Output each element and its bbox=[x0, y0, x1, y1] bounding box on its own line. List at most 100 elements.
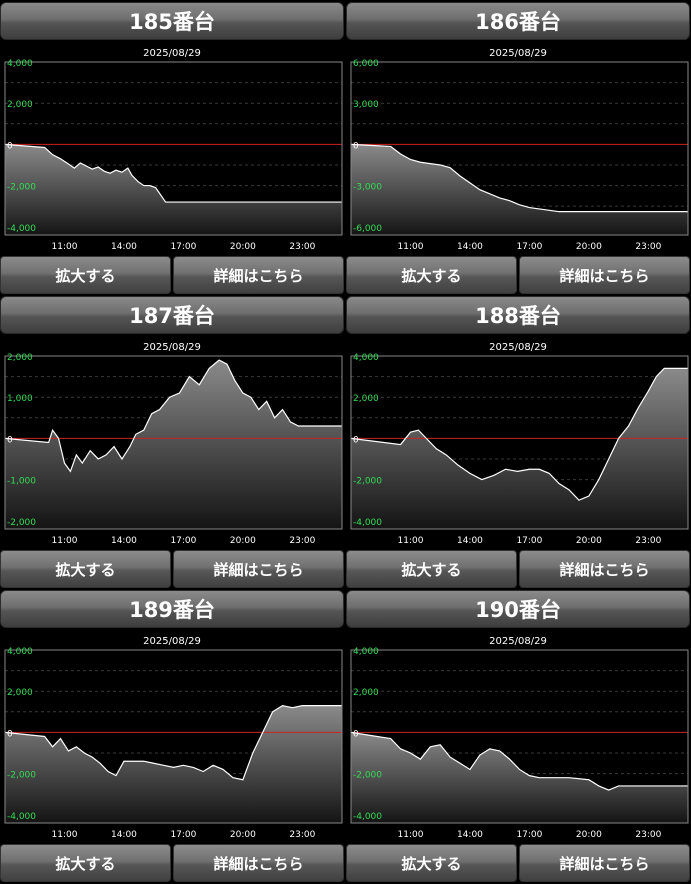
x-tick-label: 17:00 bbox=[516, 242, 542, 252]
machine-title: 189番台 bbox=[0, 590, 344, 628]
zoom-button[interactable]: 拡大する bbox=[346, 844, 517, 882]
y-tick-label: -4,000 bbox=[7, 812, 36, 822]
zoom-button[interactable]: 拡大する bbox=[346, 256, 517, 294]
x-tick-label: 11:00 bbox=[52, 242, 78, 252]
x-tick-label: 14:00 bbox=[111, 830, 137, 840]
y-tick-label: -1,000 bbox=[7, 477, 36, 487]
machine-title: 187番台 bbox=[0, 296, 344, 334]
x-tick-label: 11:00 bbox=[398, 242, 424, 252]
y-tick-label: 4,000 bbox=[7, 59, 33, 69]
y-tick-label: 0 bbox=[7, 435, 13, 445]
x-tick-label: 20:00 bbox=[576, 830, 602, 840]
y-tick-label: -2,000 bbox=[7, 771, 36, 781]
profit-chart: 2025/08/29 4,000 2,000 0 -2,000 -4,000 11:00 14… bbox=[4, 48, 343, 252]
zoom-button[interactable]: 拡大する bbox=[0, 256, 171, 294]
y-tick-label: 2,000 bbox=[7, 688, 33, 698]
y-tick-label: -3,000 bbox=[353, 183, 382, 193]
y-tick-label: 0 bbox=[7, 141, 13, 151]
profit-chart: 2025/08/29 4,000 2,000 0 -2,000 -4,000 11:00 14… bbox=[350, 636, 689, 840]
y-tick-label: 4,000 bbox=[353, 647, 379, 657]
y-tick-label: 3,000 bbox=[353, 100, 379, 110]
zoom-button[interactable]: 拡大する bbox=[0, 844, 171, 882]
profit-chart: 2025/08/29 2,000 1,000 0 -1,000 -2,000 11:00 14… bbox=[4, 342, 343, 546]
profit-chart: 2025/08/29 4,000 2,000 0 -2,000 -4,000 11:00 14… bbox=[4, 636, 343, 840]
y-tick-label: 0 bbox=[353, 141, 359, 151]
x-tick-label: 14:00 bbox=[111, 242, 137, 252]
details-button[interactable]: 詳細はこちら bbox=[173, 844, 344, 882]
profit-chart: 2025/08/29 6,000 3,000 0 -3,000 -6,000 11:00 14… bbox=[350, 48, 689, 252]
y-tick-label: 2,000 bbox=[7, 353, 33, 363]
y-tick-label: 0 bbox=[353, 729, 359, 739]
y-tick-label: 6,000 bbox=[353, 59, 379, 69]
x-tick-label: 14:00 bbox=[457, 536, 483, 546]
machine-panel-189: 189番台 2025/08/29 4,000 2,000 0 -2,000 -4,000 1… bbox=[0, 590, 344, 884]
x-tick-label: 20:00 bbox=[230, 242, 256, 252]
y-tick-label: 1,000 bbox=[7, 394, 33, 404]
chart-date-title: 2025/08/29 bbox=[143, 636, 201, 647]
y-tick-label: 4,000 bbox=[7, 647, 33, 657]
y-tick-label: 2,000 bbox=[7, 100, 33, 110]
chart-date-title: 2025/08/29 bbox=[489, 48, 547, 59]
x-tick-label: 11:00 bbox=[52, 830, 78, 840]
chart-date-title: 2025/08/29 bbox=[489, 636, 547, 647]
x-tick-label: 23:00 bbox=[289, 830, 315, 840]
x-tick-label: 11:00 bbox=[52, 536, 78, 546]
y-tick-label: -6,000 bbox=[353, 224, 382, 234]
details-button[interactable]: 詳細はこちら bbox=[519, 256, 690, 294]
x-tick-label: 11:00 bbox=[398, 830, 424, 840]
details-button[interactable]: 詳細はこちら bbox=[173, 256, 344, 294]
y-tick-label: -2,000 bbox=[7, 183, 36, 193]
series-area bbox=[5, 144, 342, 235]
x-tick-label: 23:00 bbox=[635, 830, 661, 840]
details-button[interactable]: 詳細はこちら bbox=[519, 844, 690, 882]
x-tick-label: 23:00 bbox=[635, 242, 661, 252]
x-tick-label: 17:00 bbox=[516, 830, 542, 840]
x-tick-label: 17:00 bbox=[170, 536, 196, 546]
machine-title: 190番台 bbox=[346, 590, 690, 628]
x-tick-label: 20:00 bbox=[230, 830, 256, 840]
x-tick-label: 11:00 bbox=[398, 536, 424, 546]
series-area bbox=[351, 144, 688, 235]
y-tick-label: 2,000 bbox=[353, 394, 379, 404]
x-tick-label: 20:00 bbox=[576, 242, 602, 252]
y-tick-label: -4,000 bbox=[7, 224, 36, 234]
machine-title: 188番台 bbox=[346, 296, 690, 334]
x-tick-label: 23:00 bbox=[289, 242, 315, 252]
x-tick-label: 17:00 bbox=[170, 830, 196, 840]
chart-date-title: 2025/08/29 bbox=[143, 48, 201, 59]
chart-date-title: 2025/08/29 bbox=[143, 342, 201, 353]
zoom-button[interactable]: 拡大する bbox=[0, 550, 171, 588]
y-tick-label: 4,000 bbox=[353, 353, 379, 363]
x-tick-label: 20:00 bbox=[576, 536, 602, 546]
series-area bbox=[351, 368, 688, 529]
zoom-button[interactable]: 拡大する bbox=[346, 550, 517, 588]
y-tick-label: -2,000 bbox=[353, 771, 382, 781]
x-tick-label: 17:00 bbox=[170, 242, 196, 252]
x-tick-label: 14:00 bbox=[457, 830, 483, 840]
y-tick-label: 0 bbox=[353, 435, 359, 445]
series-area bbox=[5, 360, 342, 529]
y-tick-label: -4,000 bbox=[353, 812, 382, 822]
x-tick-label: 17:00 bbox=[516, 536, 542, 546]
y-tick-label: -2,000 bbox=[353, 477, 382, 487]
machine-title: 185番台 bbox=[0, 2, 344, 40]
machine-panel-187: 187番台 2025/08/29 2,000 1,000 0 -1,000 -2,000 1… bbox=[0, 296, 344, 590]
x-tick-label: 14:00 bbox=[111, 536, 137, 546]
details-button[interactable]: 詳細はこちら bbox=[519, 550, 690, 588]
machine-panel-190: 190番台 2025/08/29 4,000 2,000 0 -2,000 -4,000 1… bbox=[346, 590, 690, 884]
y-tick-label: -4,000 bbox=[353, 518, 382, 528]
machine-panel-185: 185番台 2025/08/29 4,000 2,000 0 -2,000 -4,000 1… bbox=[0, 2, 344, 296]
y-tick-label: -2,000 bbox=[7, 518, 36, 528]
details-button[interactable]: 詳細はこちら bbox=[173, 550, 344, 588]
machine-panel-188: 188番台 2025/08/29 4,000 2,000 0 -2,000 -4,000 1… bbox=[346, 296, 690, 590]
x-tick-label: 23:00 bbox=[635, 536, 661, 546]
machine-title: 186番台 bbox=[346, 2, 690, 40]
series-area bbox=[351, 732, 688, 823]
x-tick-label: 20:00 bbox=[230, 536, 256, 546]
y-tick-label: 2,000 bbox=[353, 688, 379, 698]
machine-panel-186: 186番台 2025/08/29 6,000 3,000 0 -3,000 -6,000 1… bbox=[346, 2, 690, 296]
series-area bbox=[5, 705, 342, 823]
x-tick-label: 23:00 bbox=[289, 536, 315, 546]
profit-chart: 2025/08/29 4,000 2,000 0 -2,000 -4,000 11:00 14… bbox=[350, 342, 689, 546]
x-tick-label: 14:00 bbox=[457, 242, 483, 252]
